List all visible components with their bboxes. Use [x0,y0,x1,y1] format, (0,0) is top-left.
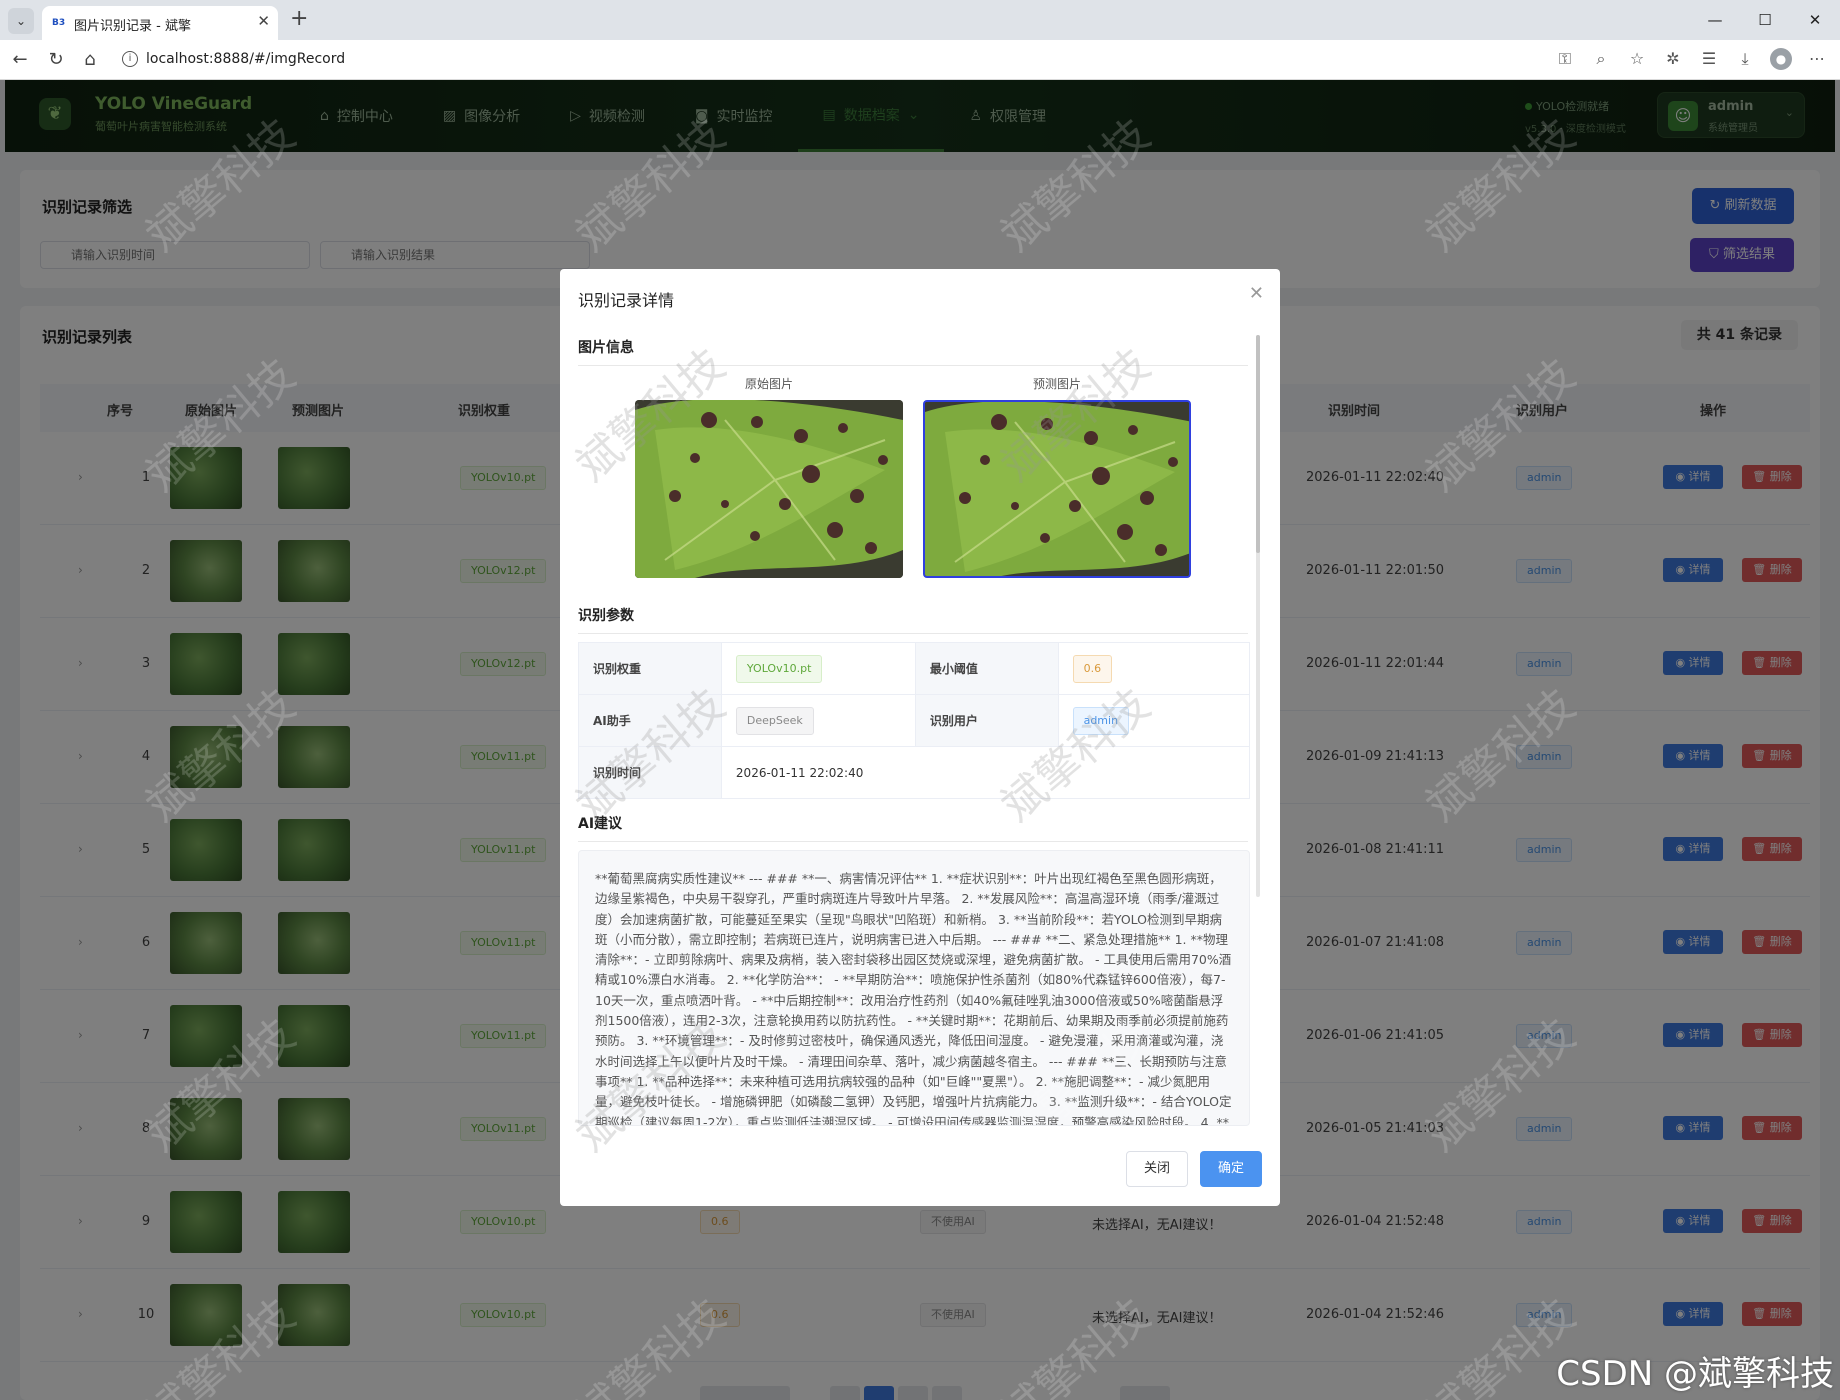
home-icon[interactable]: ⌂ [78,48,102,72]
download-icon[interactable]: ⤓ [1734,48,1756,70]
ai-assistant-cell: DeepSeek [720,694,916,747]
site-info-icon[interactable]: i [122,51,138,67]
tab-title: 图片识别记录 - 斌擎 [74,19,191,34]
close-button[interactable]: 关闭 [1126,1151,1188,1187]
record-detail-dialog: 识别记录详情 ✕ 图片信息 原始图片 预测图片 识别参数 识别权重 YOLOv1… [560,269,1280,1206]
ai-suggestion-text: **葡萄黑腐病实质性建议** --- ### **一、病害情况评估** 1. *… [578,850,1250,1126]
zoom-icon[interactable]: ⌕ [1590,48,1612,70]
user-tag: admin [1072,706,1130,735]
section-params: 识别参数 [578,605,1248,634]
browser-tab-bar: ⌄ B3 图片识别记录 - 斌擎 ✕ + — ☐ ✕ [0,0,1840,40]
original-image-label: 原始图片 [744,377,793,391]
dialog-scrollbar[interactable] [1256,335,1260,897]
window-close-icon[interactable]: ✕ [1790,0,1840,40]
back-icon[interactable]: ← [8,48,32,72]
ai-assistant-tag: DeepSeek [735,706,814,735]
profile-avatar-icon[interactable]: ● [1770,48,1792,70]
collections-icon[interactable]: ☰ [1698,48,1720,70]
browser-toolbar: ⚿ ⌕ ☆ ✲ ☰ ⤓ ● ⋯ [1554,48,1828,70]
extensions-icon[interactable]: ✲ [1662,48,1684,70]
time-value: 2026-01-11 22:02:40 [720,746,1251,799]
user-label: 识别用户 [914,694,1059,747]
threshold-tag: 0.6 [1072,654,1113,683]
close-icon[interactable]: ✕ [1249,283,1264,304]
confirm-button[interactable]: 确定 [1200,1151,1262,1187]
threshold-label: 最小阈值 [914,642,1059,695]
browser-tab[interactable]: B3 图片识别记录 - 斌擎 ✕ [42,6,278,40]
weight-tag: YOLOv10.pt [735,654,823,683]
scrollbar-thumb[interactable] [1256,335,1260,553]
url-text: localhost:8888/#/imgRecord [146,51,346,67]
address-bar: ← ↻ ⌂ i localhost:8888/#/imgRecord ⚿ ⌕ ☆… [0,40,1840,80]
dialog-footer: 关闭 确定 [1126,1151,1262,1187]
favorite-star-icon[interactable]: ☆ [1626,48,1648,70]
more-menu-icon[interactable]: ⋯ [1806,48,1828,70]
weight-cell: YOLOv10.pt [720,642,916,695]
reload-icon[interactable]: ↻ [44,48,68,72]
predicted-leaf-image[interactable] [923,400,1191,578]
params-table: 识别权重 YOLOv10.pt 最小阈值 0.6 AI助手 DeepSeek 识… [578,642,1251,799]
window-controls: — ☐ ✕ [1690,0,1840,40]
dialog-title: 识别记录详情 [578,291,675,310]
threshold-cell: 0.6 [1057,642,1251,695]
original-leaf-image[interactable] [635,400,903,578]
predicted-image-label: 预测图片 [1032,377,1081,391]
ai-assistant-label: AI助手 [578,694,722,747]
weight-label: 识别权重 [578,642,722,695]
key-icon[interactable]: ⚿ [1554,48,1576,70]
minimize-icon[interactable]: — [1690,0,1740,40]
maximize-icon[interactable]: ☐ [1740,0,1790,40]
time-label: 识别时间 [578,746,722,799]
section-image-info: 图片信息 [578,337,1248,366]
user-cell: admin [1057,694,1251,747]
new-tab-icon[interactable]: + [290,7,308,31]
tab-close-icon[interactable]: ✕ [257,12,270,30]
url-field[interactable]: i localhost:8888/#/imgRecord [112,45,1642,75]
tab-favicon-icon: B3 [52,18,66,28]
csdn-watermark: CSDN @斌擎科技 [1556,1354,1834,1394]
section-ai-suggestion: AI建议 [578,813,1248,842]
tab-list-button[interactable]: ⌄ [8,8,34,34]
